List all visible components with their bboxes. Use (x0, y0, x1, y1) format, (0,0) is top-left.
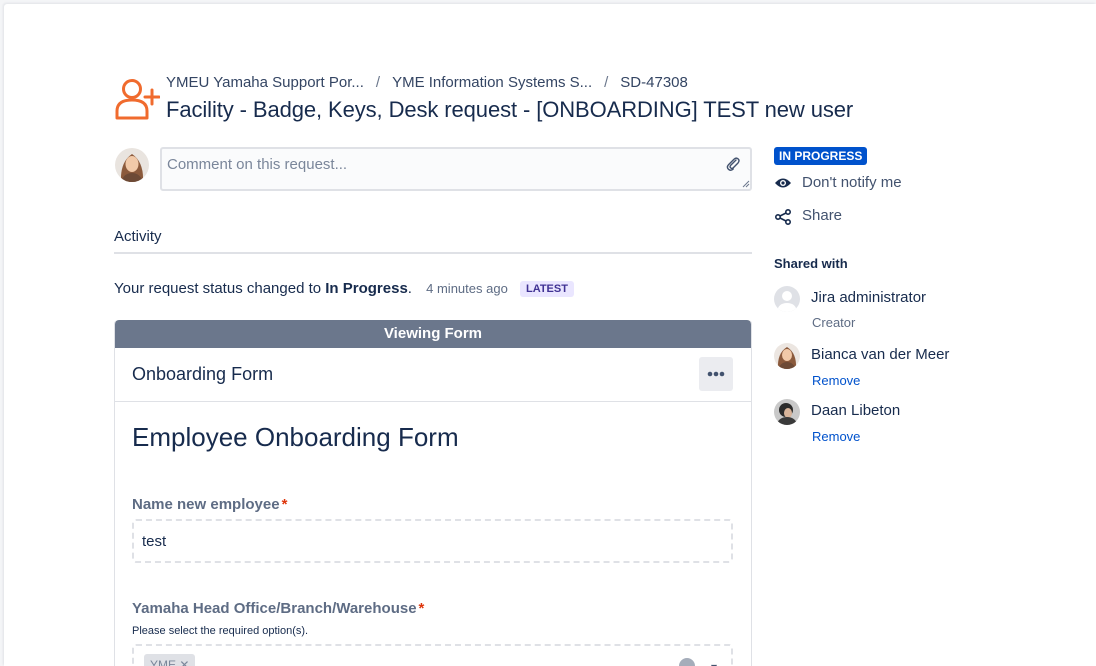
activity-text: Your request status changed to (114, 280, 322, 297)
breadcrumb-separator: / (375, 74, 381, 91)
activity-item: Your request status changed to In Progre… (114, 280, 574, 297)
field-label-name: Name new employee * (132, 496, 287, 513)
share-label: Share (802, 207, 843, 224)
breadcrumb: YMEU Yamaha Support Por... / YME Informati… (166, 74, 688, 91)
shared-person-name: Daan Libeton (811, 402, 901, 419)
remove-participant-link[interactable]: Remove (812, 429, 860, 444)
share-icon (774, 209, 791, 225)
required-marker: * (281, 496, 288, 513)
avatar (774, 343, 800, 369)
form-header: Onboarding Form (115, 348, 751, 402)
location-select[interactable]: YME ✕ ▾ (132, 644, 733, 666)
shared-person-role: Creator (812, 315, 856, 330)
chevron-down-icon[interactable]: ▾ (711, 660, 717, 666)
resize-handle[interactable] (742, 180, 750, 188)
activity-punctuation: . (407, 280, 412, 297)
ellipsis-icon (707, 371, 725, 377)
field-label-location: Yamaha Head Office/Branch/Warehouse * (132, 600, 424, 617)
shared-person-name: Jira administrator (811, 289, 927, 306)
field-label-text: Name new employee (132, 496, 280, 513)
activity-timestamp: 4 minutes ago (426, 281, 508, 296)
name-field[interactable]: test (132, 519, 733, 563)
required-marker: * (418, 600, 425, 617)
notify-label: Don't notify me (802, 174, 902, 191)
request-page: YMEU Yamaha Support Por... / YME Informati… (4, 4, 1096, 666)
avatar (774, 399, 800, 425)
shared-with-heading: Shared with (774, 256, 848, 271)
user-avatar (115, 148, 149, 182)
status-badge: IN PROGRESS (774, 147, 868, 165)
more-actions-button[interactable] (699, 357, 733, 391)
divider (114, 252, 752, 254)
eye-icon (775, 178, 791, 188)
field-help-text: Please select the required option(s). (132, 625, 309, 637)
selected-option-tag[interactable]: YME ✕ (144, 654, 196, 666)
form-card: Viewing Form Onboarding Form Employee On… (114, 320, 752, 666)
viewing-form-bar: Viewing Form (115, 320, 751, 348)
form-name: Onboarding Form (132, 364, 274, 384)
latest-badge: LATEST (519, 281, 574, 297)
shared-person-name: Bianca van der Meer (811, 346, 950, 363)
activity-heading: Activity (114, 228, 162, 245)
form-heading: Employee Onboarding Form (132, 422, 459, 452)
page-title: Facility - Badge, Keys, Desk request - [… (166, 97, 854, 122)
breadcrumb-request-type[interactable]: YME Information Systems S... (392, 74, 592, 91)
comment-input[interactable] (160, 147, 752, 191)
remove-participant-link[interactable]: Remove (812, 373, 860, 388)
breadcrumb-issue-key[interactable]: SD-47308 (620, 74, 688, 91)
paperclip-icon[interactable] (725, 156, 741, 172)
clear-icon[interactable] (679, 658, 695, 666)
selected-option-label: YME (150, 658, 177, 666)
field-label-text: Yamaha Head Office/Branch/Warehouse (132, 600, 417, 617)
activity-status: In Progress (325, 280, 408, 297)
avatar (774, 286, 800, 312)
breadcrumb-separator: / (604, 74, 609, 91)
breadcrumb-portal[interactable]: YMEU Yamaha Support Por... (166, 74, 364, 91)
person-add-icon (115, 79, 160, 120)
